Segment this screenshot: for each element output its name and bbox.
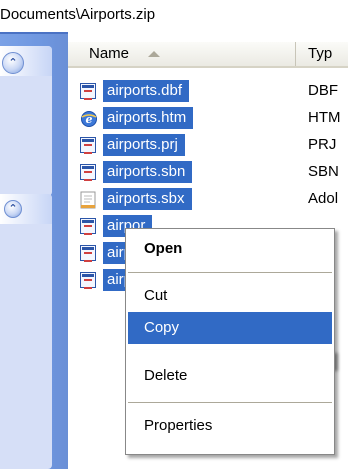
task-panel-top: ⌃: [0, 46, 52, 196]
collapse-up-icon[interactable]: ⌃: [4, 200, 22, 218]
menu-separator: [128, 402, 332, 403]
file-type: HTM: [308, 109, 341, 126]
address-bar: Documents\Airports.zip: [0, 0, 348, 32]
menu-item-cut[interactable]: Cut: [128, 280, 332, 312]
file-type: DBF: [308, 82, 338, 99]
database-file-icon: [80, 245, 96, 262]
collapse-up-icon[interactable]: ⌃: [2, 52, 24, 74]
menu-item-delete[interactable]: Delete: [128, 360, 332, 392]
file-name[interactable]: airports.htm: [103, 107, 194, 129]
file-name[interactable]: airports.prj: [103, 134, 185, 156]
file-type: Adol: [308, 190, 339, 207]
database-file-icon: [80, 218, 96, 235]
sort-ascending-icon: [148, 51, 160, 57]
file-name[interactable]: airports.dbf: [103, 80, 190, 102]
menu-separator: [128, 272, 332, 273]
column-name-label: Name: [89, 45, 130, 62]
file-name[interactable]: airports.sbx: [103, 188, 192, 210]
file-row[interactable]: airports.sbx Adol: [68, 186, 348, 212]
task-panel-bottom-header[interactable]: ⌃: [0, 194, 52, 224]
context-menu-lower: Delete Properties: [125, 350, 335, 455]
file-row[interactable]: e airports.htm HTM: [68, 105, 348, 131]
file-type: PRJ: [308, 136, 337, 153]
task-pane-border: [0, 32, 68, 34]
menu-item-open[interactable]: Open: [128, 233, 332, 265]
database-file-icon: [80, 164, 96, 181]
window-path: Documents\Airports.zip: [0, 6, 156, 23]
html-file-icon: e: [80, 110, 97, 127]
column-header-type[interactable]: Typ: [308, 42, 332, 66]
menu-item-properties[interactable]: Properties: [128, 410, 332, 442]
file-row[interactable]: airports.dbf DBF: [68, 78, 348, 104]
database-file-icon: [80, 272, 96, 289]
context-menu: Open Cut Copy: [125, 228, 335, 368]
database-file-icon: [80, 83, 96, 100]
file-row[interactable]: airports.prj PRJ: [68, 132, 348, 158]
file-type: SBN: [308, 163, 339, 180]
database-file-icon: [80, 137, 96, 154]
task-panel-top-header[interactable]: ⌃: [0, 46, 52, 76]
task-panel-bottom: ⌃: [0, 194, 52, 469]
column-type-label: Typ: [308, 45, 333, 62]
file-row[interactable]: airports.sbn SBN: [68, 159, 348, 185]
acrobat-file-icon: [80, 191, 96, 209]
column-header: Name Typ: [68, 42, 348, 68]
task-pane: ⌃ ⌃: [0, 32, 68, 469]
file-name[interactable]: airports.sbn: [103, 161, 193, 183]
menu-item-copy[interactable]: Copy: [128, 312, 332, 344]
column-header-name[interactable]: Name: [68, 42, 296, 66]
